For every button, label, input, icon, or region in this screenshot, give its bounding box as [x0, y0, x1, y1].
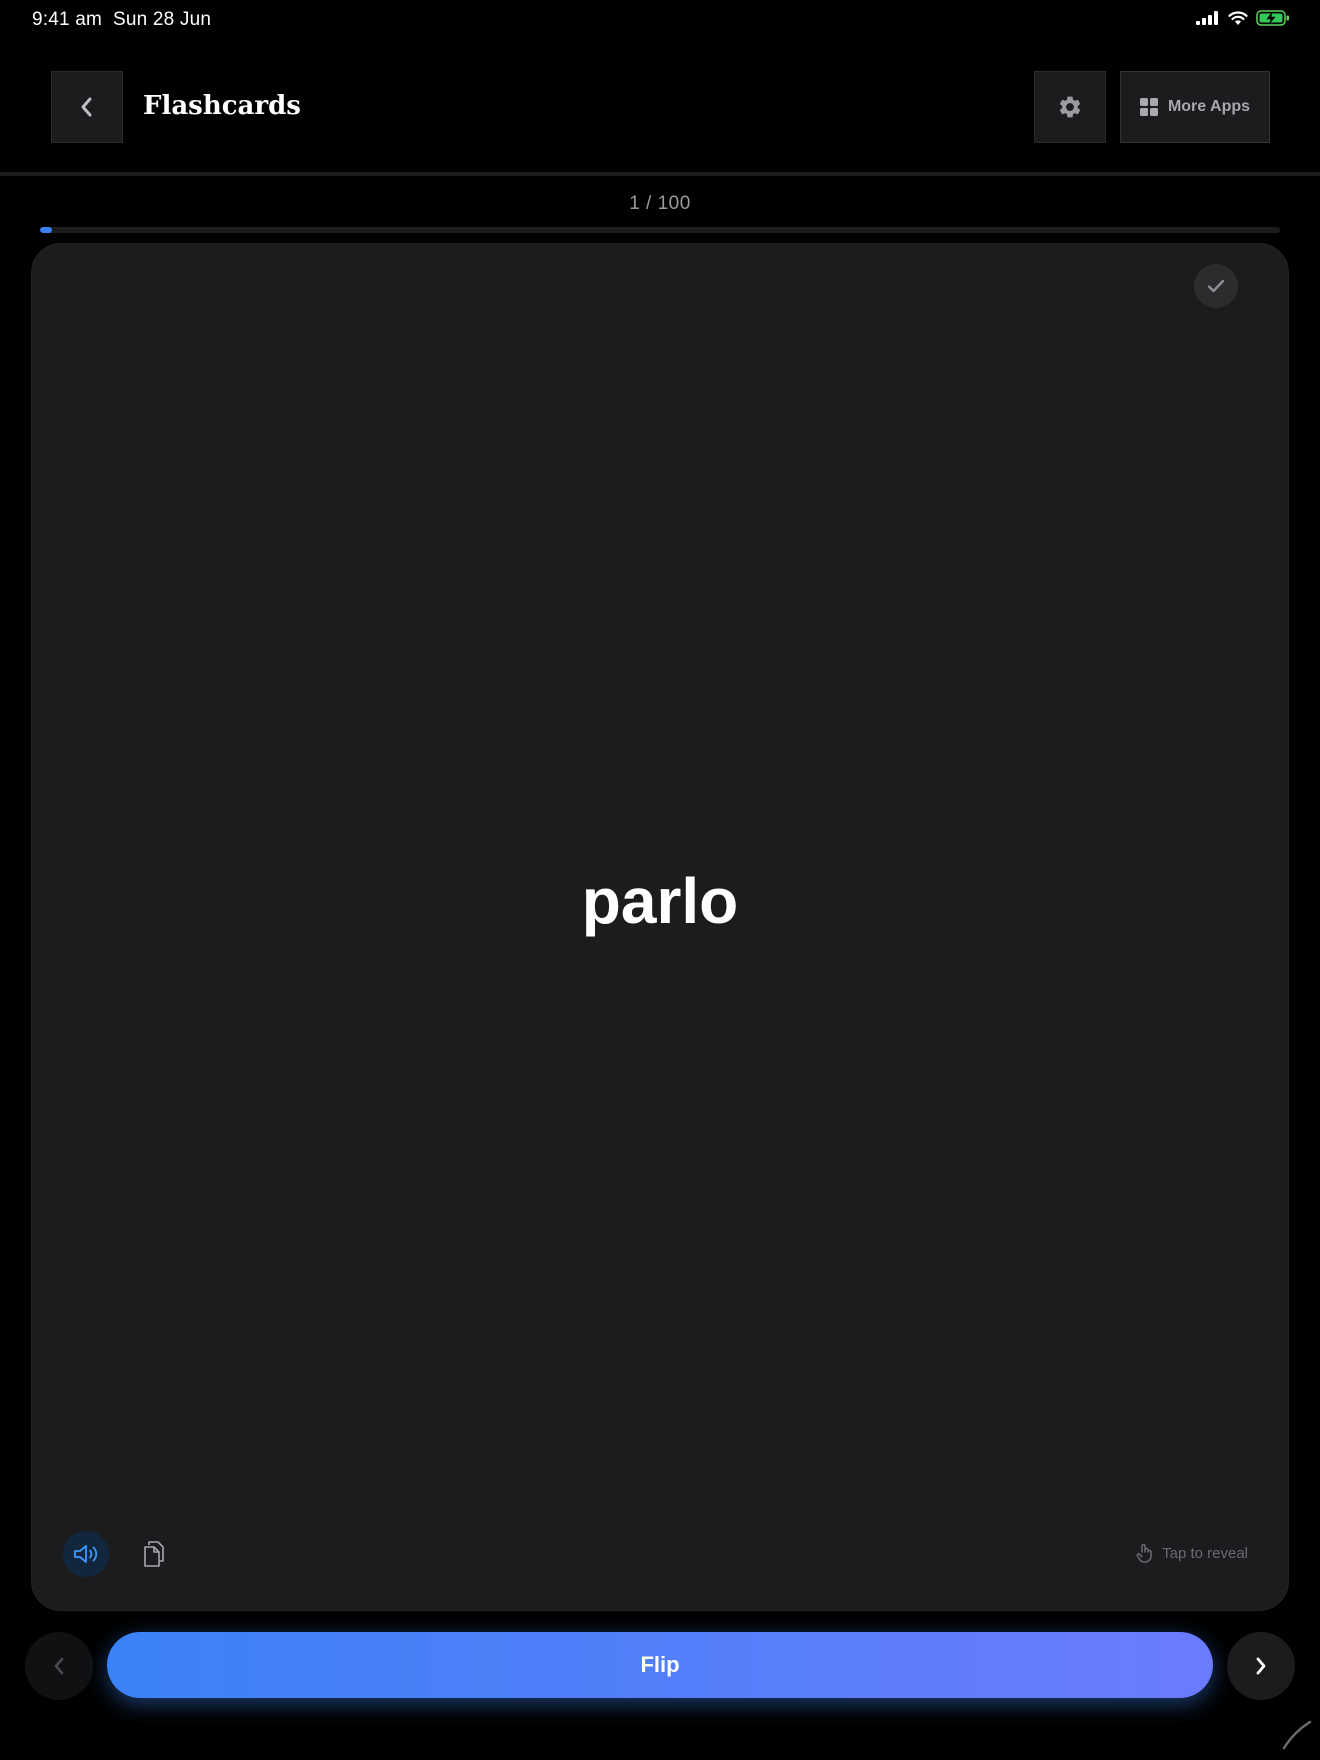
flip-button[interactable]: Flip — [107, 1632, 1213, 1698]
tap-to-reveal-hint: Tap to reveal — [1136, 1543, 1248, 1563]
chevron-left-icon — [54, 1657, 64, 1675]
previous-card-button[interactable] — [25, 1632, 93, 1700]
card-word: parlo — [581, 865, 739, 937]
tap-hand-icon — [1136, 1543, 1152, 1563]
tap-to-reveal-label: Tap to reveal — [1162, 1544, 1248, 1562]
speaker-icon — [74, 1545, 98, 1563]
checkmark-icon — [1207, 279, 1225, 293]
more-apps-label: More Apps — [1167, 98, 1251, 115]
app-header: Flashcards More Apps — [0, 0, 1320, 176]
gear-icon — [1059, 96, 1081, 118]
flashcard[interactable]: parlo Tap to reveal — [31, 243, 1289, 1611]
chevron-left-icon — [81, 97, 92, 117]
pencil-hover-indicator — [1282, 1720, 1312, 1750]
chevron-right-icon — [1256, 1657, 1266, 1675]
grid-icon — [1139, 98, 1158, 116]
next-card-button[interactable] — [1227, 1632, 1295, 1700]
flip-button-label: Flip — [640, 1652, 680, 1677]
copy-button[interactable] — [131, 1531, 177, 1577]
audio-button[interactable] — [63, 1531, 109, 1577]
copy-icon — [144, 1541, 164, 1567]
mark-known-button[interactable] — [1194, 264, 1238, 308]
settings-button[interactable] — [1034, 71, 1106, 143]
progress-bar — [40, 227, 1280, 233]
progress-fill — [40, 227, 53, 233]
card-counter: 1 / 100 — [629, 193, 691, 214]
page-title: Flashcards — [143, 91, 301, 121]
back-button[interactable] — [51, 71, 123, 143]
more-apps-button[interactable]: More Apps — [1120, 71, 1270, 143]
